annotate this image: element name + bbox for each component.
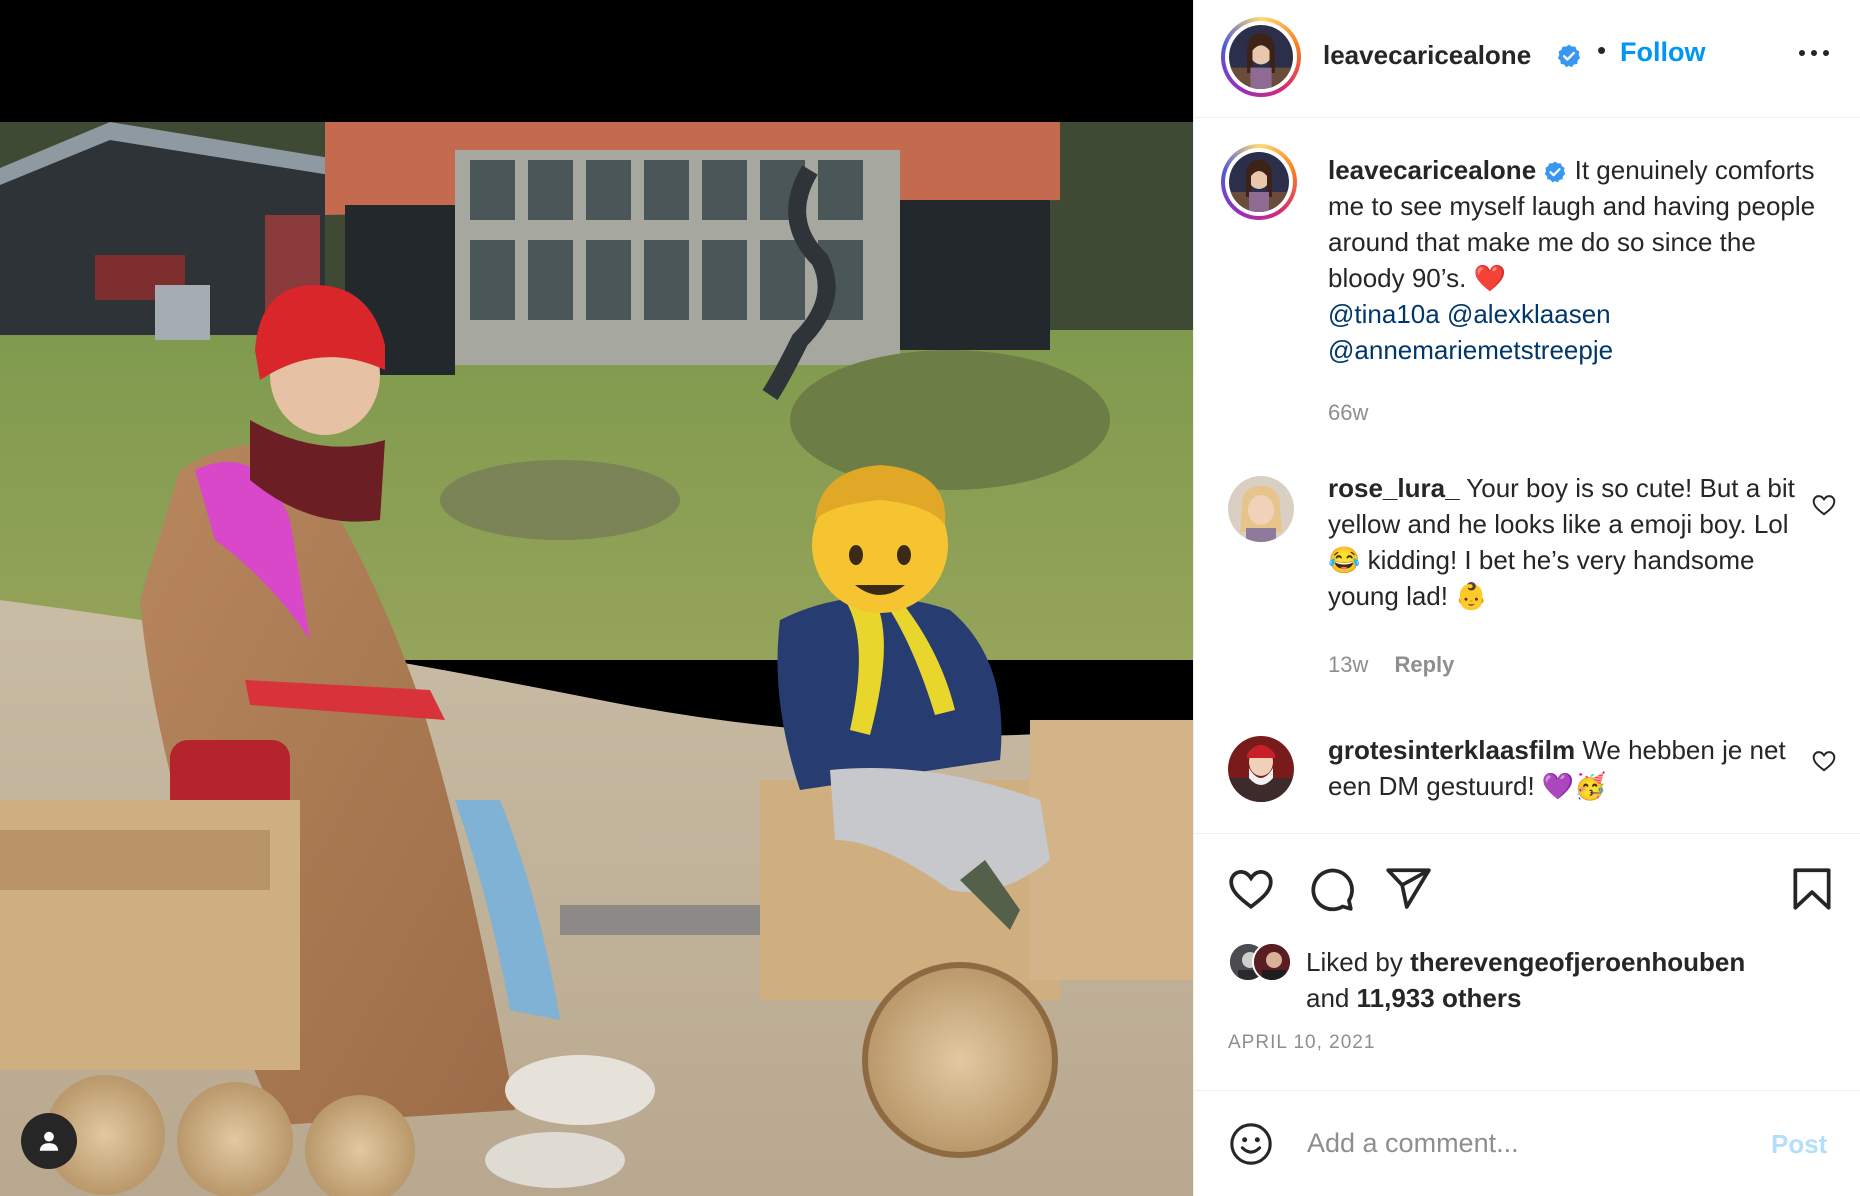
commenter-avatar-image (1228, 476, 1294, 542)
user-tag-icon (39, 1131, 59, 1151)
tagged-users-button[interactable] (21, 1113, 77, 1169)
likes-count[interactable]: 11,933 others (1357, 983, 1522, 1013)
likes-prefix: Liked by (1306, 947, 1403, 977)
mention-link[interactable]: @annemariemetstreepje (1328, 335, 1613, 365)
commenter-avatar[interactable] (1228, 736, 1294, 802)
comment-text: rose_lura_ Your boy is so cute! But a bi… (1328, 470, 1798, 614)
post-photo[interactable] (0, 0, 1193, 1196)
share-icon[interactable] (1383, 864, 1433, 914)
commenter-avatar[interactable] (1228, 476, 1294, 542)
likes-summary: Liked by therevengeofjeroenhouben and 11… (1306, 944, 1846, 1016)
heart-icon[interactable] (1226, 864, 1276, 914)
comment-timestamp[interactable]: 13w (1328, 652, 1368, 677)
more-options-icon[interactable] (1794, 45, 1834, 61)
add-comment-bar: Post (1194, 1090, 1860, 1196)
comment-input[interactable] (1307, 1119, 1747, 1167)
author-username[interactable]: leavecaricealone (1323, 40, 1531, 71)
mention-link[interactable]: @alexklaasen (1447, 299, 1611, 329)
post-header: leavecaricealone • Follow (1194, 0, 1860, 118)
post-date[interactable]: APRIL 10, 2021 (1228, 1032, 1375, 1054)
comment-username[interactable]: rose_lura_ (1328, 473, 1460, 503)
comment-meta: 13w Reply (1328, 652, 1454, 678)
caption-timestamp[interactable]: 66w (1328, 400, 1368, 426)
comment-like-heart-icon[interactable] (1811, 748, 1837, 774)
emoji-icon[interactable] (1228, 1121, 1274, 1167)
bookmark-icon[interactable] (1787, 864, 1837, 914)
follow-button[interactable]: Follow (1620, 37, 1705, 68)
post-actions: Liked by therevengeofjeroenhouben and 11… (1194, 833, 1860, 1093)
caption-username[interactable]: leavecaricealone (1328, 155, 1536, 185)
liker-avatar (1252, 942, 1292, 982)
post-comment-button[interactable]: Post (1771, 1129, 1827, 1160)
reply-button[interactable]: Reply (1394, 652, 1454, 677)
header-separator: • (1597, 35, 1607, 65)
comment-username[interactable]: grotesinterklaasfilm (1328, 735, 1575, 765)
comment-icon[interactable] (1306, 864, 1356, 914)
comment-text: grotesinterklaasfilm We hebben je net ee… (1328, 732, 1798, 804)
caption-text: leavecaricealone It genuinely comforts m… (1328, 152, 1818, 368)
liked-by-user[interactable]: therevengeofjeroenhouben (1410, 947, 1745, 977)
mention-link[interactable]: @tina10a (1328, 299, 1440, 329)
verified-badge-icon (1557, 44, 1581, 68)
author-avatar[interactable] (1221, 17, 1301, 97)
commenter-avatar-image (1228, 736, 1294, 802)
post-image (0, 0, 1193, 1196)
likers-avatars[interactable] (1228, 942, 1308, 986)
caption-avatar-image (1229, 152, 1289, 212)
caption-author-avatar[interactable] (1221, 144, 1297, 220)
liker-avatar-image (1254, 944, 1290, 980)
verified-badge-icon (1545, 161, 1566, 183)
author-avatar-image (1229, 25, 1293, 89)
comment-like-heart-icon[interactable] (1811, 492, 1837, 518)
likes-and: and (1306, 983, 1350, 1013)
post-details-panel: leavecaricealone • Follow leavecaricealo… (1193, 0, 1860, 1196)
